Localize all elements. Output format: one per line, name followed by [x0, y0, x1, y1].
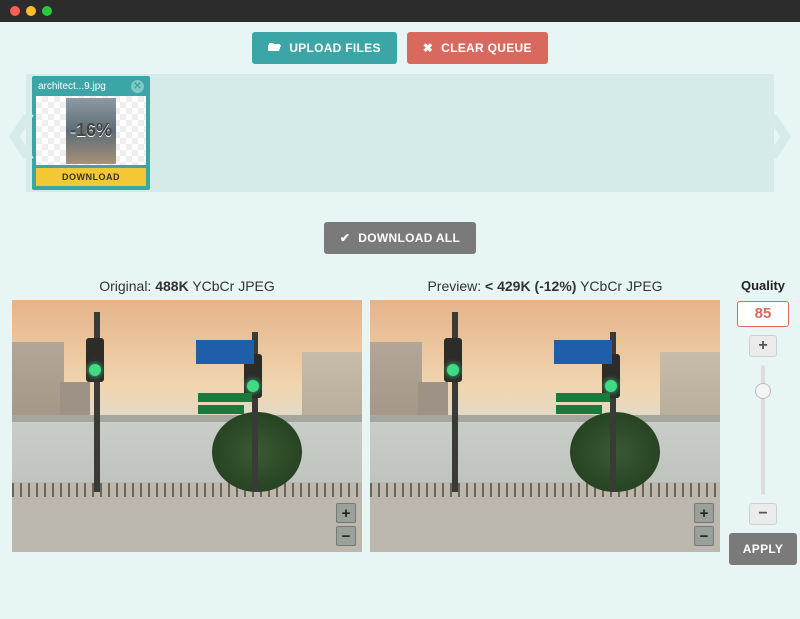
upload-files-label: UPLOAD FILES [289, 41, 381, 55]
download-all-label: DOWNLOAD ALL [358, 231, 460, 245]
clear-queue-button[interactable]: ✖ CLEAR QUEUE [407, 32, 548, 64]
original-image-viewport[interactable]: + − [12, 300, 362, 552]
queue-item-download-button[interactable]: DOWNLOAD [36, 168, 146, 186]
preview-size: < 429K (-12%) [485, 278, 576, 294]
preview-zoom-controls: + − [694, 503, 714, 546]
download-all-button[interactable]: ✔ DOWNLOAD ALL [324, 222, 476, 254]
compare-section: Original: 488K YCbCr JPEG + − Preview: <… [0, 278, 800, 565]
preview-image-viewport[interactable]: + − [370, 300, 720, 552]
check-icon: ✔ [340, 231, 350, 245]
preview-zoom-in-button[interactable]: + [694, 503, 714, 523]
queue-prev-arrow[interactable]: ❮ [4, 109, 39, 158]
upload-files-button[interactable]: UPLOAD FILES [252, 32, 397, 64]
queue-item-savings: -16% [70, 120, 112, 141]
apply-button[interactable]: APPLY [729, 533, 797, 565]
minimize-window-dot[interactable] [26, 6, 36, 16]
queue-item-remove-icon[interactable]: ✕ [131, 80, 144, 93]
queue-item-thumbnail: -16% [36, 96, 146, 165]
folder-open-icon [268, 41, 281, 55]
queue-section: ❮ ❯ architect...9.jpg ✕ -16% DOWNLOAD [0, 74, 800, 192]
clear-queue-label: CLEAR QUEUE [441, 41, 532, 55]
apply-label: APPLY [743, 542, 783, 556]
queue-next-arrow[interactable]: ❯ [761, 109, 796, 158]
original-zoom-in-button[interactable]: + [336, 503, 356, 523]
clear-icon: ✖ [423, 41, 433, 55]
original-column: Original: 488K YCbCr JPEG + − [12, 278, 362, 565]
preview-column: Preview: < 429K (-12%) YCbCr JPEG + − [370, 278, 720, 565]
quality-slider[interactable] [758, 365, 768, 495]
queue-item[interactable]: architect...9.jpg ✕ -16% DOWNLOAD [32, 76, 150, 190]
quality-decrement-button[interactable]: − [749, 503, 777, 525]
preview-caption: Preview: < 429K (-12%) YCbCr JPEG [370, 278, 720, 294]
preview-zoom-out-button[interactable]: − [694, 526, 714, 546]
original-prefix: Original: [99, 278, 155, 294]
preview-prefix: Preview: [427, 278, 485, 294]
close-window-dot[interactable] [10, 6, 20, 16]
top-toolbar: UPLOAD FILES ✖ CLEAR QUEUE [0, 22, 800, 74]
original-suffix: YCbCr JPEG [189, 278, 275, 294]
window-titlebar [0, 0, 800, 22]
original-caption: Original: 488K YCbCr JPEG [12, 278, 362, 294]
queue-item-header: architect...9.jpg ✕ [36, 80, 146, 96]
download-all-row: ✔ DOWNLOAD ALL [0, 192, 800, 278]
original-size: 488K [155, 278, 188, 294]
original-zoom-controls: + − [336, 503, 356, 546]
quality-value-input[interactable]: 85 [737, 301, 789, 327]
queue-item-filename: architect...9.jpg [38, 81, 106, 92]
original-zoom-out-button[interactable]: − [336, 526, 356, 546]
preview-suffix: YCbCr JPEG [576, 278, 662, 294]
maximize-window-dot[interactable] [42, 6, 52, 16]
quality-label: Quality [741, 278, 785, 293]
queue-strip: architect...9.jpg ✕ -16% DOWNLOAD [26, 74, 774, 192]
quality-slider-thumb[interactable] [755, 383, 771, 399]
quality-increment-button[interactable]: + [749, 335, 777, 357]
quality-panel: Quality 85 + − APPLY [728, 278, 798, 565]
